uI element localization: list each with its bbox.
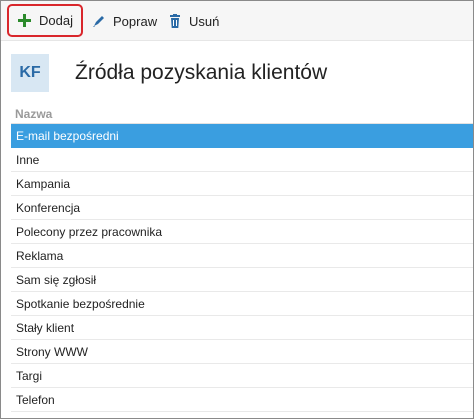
table-row[interactable]: Spotkanie bezpośrednie [11,292,473,316]
table-body: E-mail bezpośredni Inne Kampania Konferencj… [11,124,473,412]
delete-button[interactable]: Usuń [167,8,219,34]
table-row[interactable]: Reklama [11,244,473,268]
app-window: Dodaj Popraw Usuń KF Źródła pozyskania k… [0,0,474,419]
column-header-name[interactable]: Nazwa [11,104,473,124]
table-row[interactable]: E-mail bezpośredni [11,124,473,148]
table-row[interactable]: Strony WWW [11,340,473,364]
table-row[interactable]: Telefon [11,388,473,412]
table-row[interactable]: Inne [11,148,473,172]
table-row[interactable]: Sam się zgłosił [11,268,473,292]
page-header: KF Źródła pozyskania klientów [11,54,327,92]
module-badge: KF [11,54,49,92]
toolbar: Dodaj Popraw Usuń [1,1,473,41]
pencil-icon [91,13,107,29]
add-button[interactable]: Dodaj [7,4,83,37]
table-row[interactable]: Targi [11,364,473,388]
sources-table: Nazwa E-mail bezpośredni Inne Kampania Konf… [11,104,473,412]
table-row[interactable]: Konferencja [11,196,473,220]
delete-button-label: Usuń [189,13,220,29]
table-row[interactable]: Polecony przez pracownika [11,220,473,244]
page-title: Źródła pozyskania klientów [75,61,328,84]
add-button-label: Dodaj [39,13,73,28]
edit-button[interactable]: Popraw [91,8,157,34]
trash-icon [167,13,183,29]
table-row[interactable]: Kampania [11,172,473,196]
edit-button-label: Popraw [113,13,158,29]
plus-icon [17,13,33,29]
table-row[interactable]: Stały klient [11,316,473,340]
